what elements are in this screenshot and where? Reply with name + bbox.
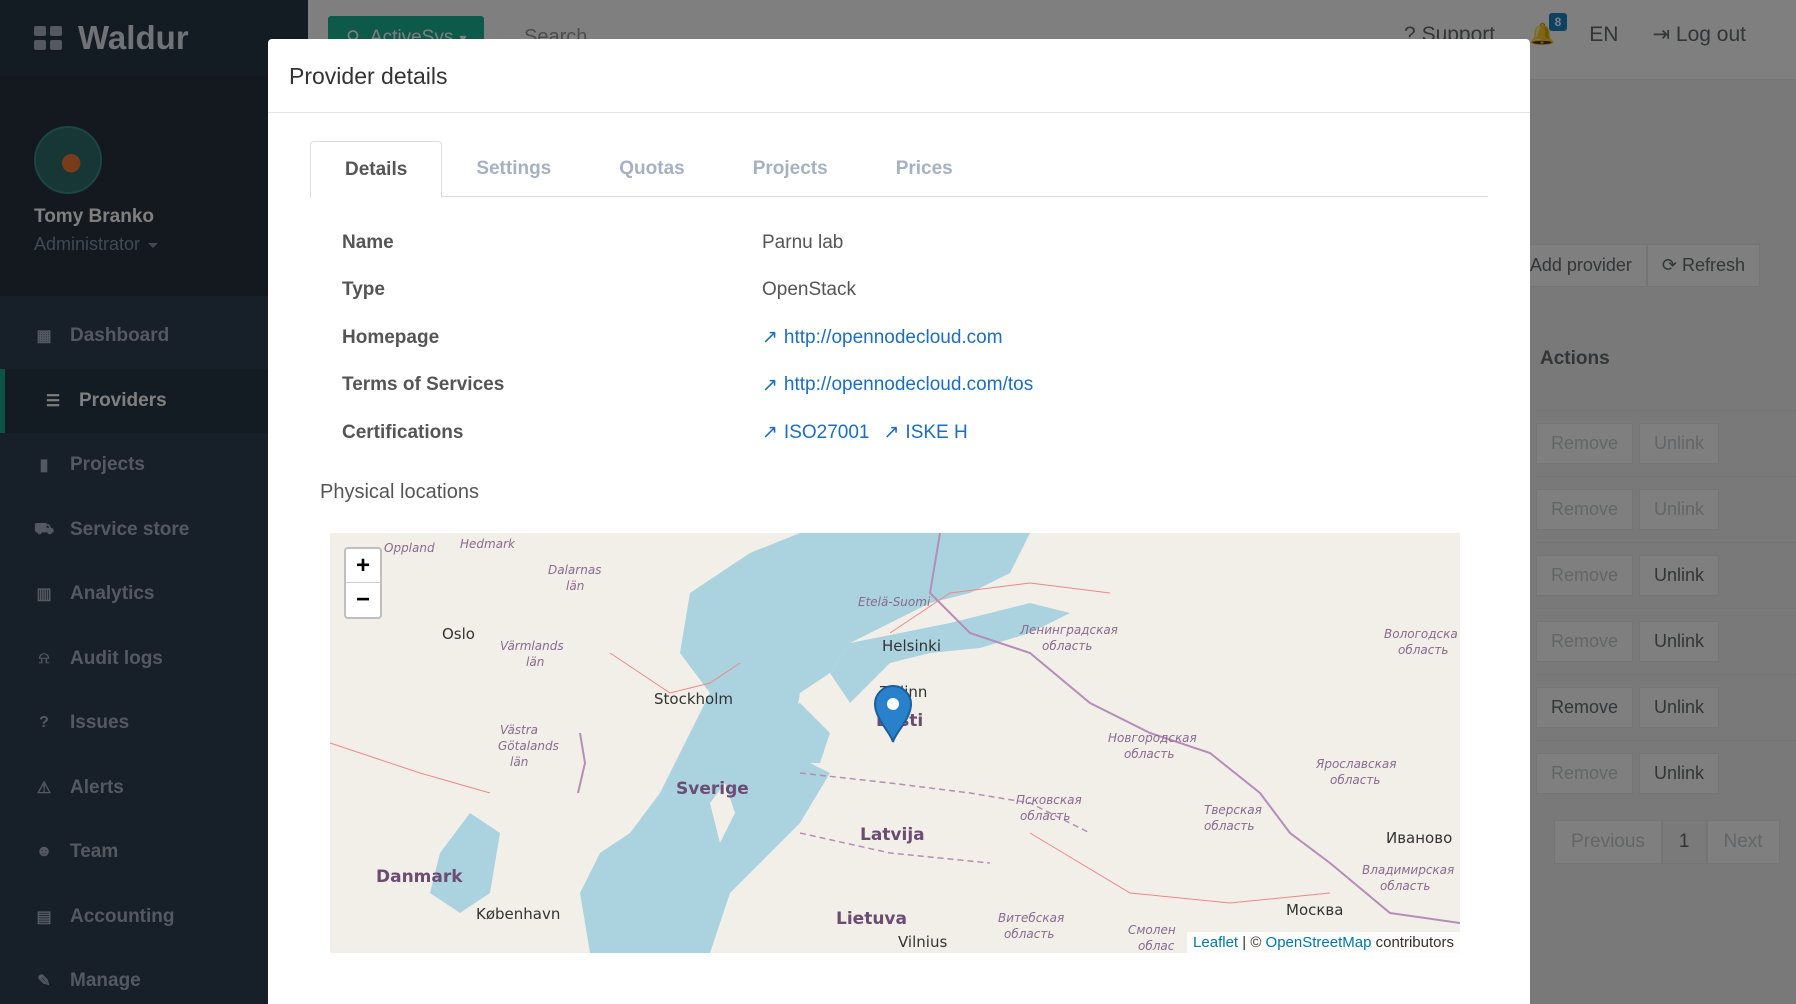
map-label-etela-suomi: Etelä-Suomi xyxy=(858,595,931,609)
map-label-varmlands: Värmlands xyxy=(500,639,564,653)
map-label-moskva: Москва xyxy=(1286,901,1344,919)
map-label-novgorod: Новгородская xyxy=(1108,731,1197,745)
external-link-icon: ↗ xyxy=(883,422,900,444)
map-label-oblast: облас xyxy=(1138,939,1175,953)
map-label-lan: län xyxy=(510,755,529,769)
tos-label: Terms of Services xyxy=(342,374,505,396)
map-label-lietuva: Lietuva xyxy=(836,909,907,929)
zoom-control: + − xyxy=(344,547,382,619)
map-label-vilnius: Vilnius xyxy=(898,933,948,951)
cert-label: ISO27001 xyxy=(783,421,870,443)
name-value: Parnu lab xyxy=(762,231,844,253)
detail-row-type: Type OpenStack xyxy=(342,267,1488,315)
map-label-lan: län xyxy=(566,579,585,593)
map-label-ivanovo: Иваново xyxy=(1386,829,1453,847)
map-label-dalarnas: Dalarnas xyxy=(548,563,602,577)
map-label-lan: län xyxy=(526,655,545,669)
map-label-vologda: Вологодска xyxy=(1384,627,1458,641)
certifications-label: Certifications xyxy=(342,421,464,443)
details-list: Name Parnu lab Type OpenStack Homepage ↗… xyxy=(310,219,1488,457)
tab-prices[interactable]: Prices xyxy=(862,141,987,197)
map-label-yaroslavl: Ярославская xyxy=(1316,757,1397,771)
map-label-oblast: область xyxy=(1020,809,1071,823)
tab-details[interactable]: Details xyxy=(310,141,443,198)
map-label-stockholm: Stockholm xyxy=(654,690,733,708)
homepage-url: http://opennodecloud.com xyxy=(783,326,1003,348)
external-link-icon: ↗ xyxy=(762,327,778,349)
map-label-vastra: Västra xyxy=(500,723,539,737)
map-label-leningrad: Ленинградская xyxy=(1020,623,1118,637)
tos-url: http://opennodecloud.com/tos xyxy=(783,374,1034,396)
map-label-oblast: область xyxy=(1380,879,1431,893)
tabs: Details Settings Quotas Projects Prices xyxy=(310,141,1488,198)
modal-title: Provider details xyxy=(289,63,448,89)
zoom-out-button[interactable]: − xyxy=(346,583,380,617)
zoom-in-button[interactable]: + xyxy=(346,549,380,583)
map-label-vladimir: Владимирская xyxy=(1362,863,1455,877)
type-label: Type xyxy=(342,279,385,301)
map-label-sverige: Sverige xyxy=(676,779,749,799)
map-label-vitebsk: Витебская xyxy=(998,911,1065,925)
map-label-hedmark: Hedmark xyxy=(460,537,515,551)
detail-row-certifications: Certifications ↗ ISO27001 ↗ ISKE H xyxy=(342,409,1488,457)
map-label-helsinki: Helsinki xyxy=(882,637,942,655)
map-label-kobenhavn: København xyxy=(476,905,561,923)
location-marker-icon[interactable] xyxy=(873,685,913,743)
cert-iske-link[interactable]: ↗ ISKE H xyxy=(884,421,968,444)
tos-link[interactable]: ↗ http://opennodecloud.com/tos xyxy=(762,374,1033,397)
detail-row-tos: Terms of Services ↗ http://opennodecloud.… xyxy=(342,362,1488,410)
external-link-icon: ↗ xyxy=(762,374,778,396)
homepage-link[interactable]: ↗ http://opennodecloud.com xyxy=(762,326,1003,349)
tab-settings[interactable]: Settings xyxy=(442,141,585,197)
modal-body: Details Settings Quotas Projects Prices … xyxy=(268,113,1530,504)
map-label-oslo: Oslo xyxy=(442,625,475,643)
homepage-label: Homepage xyxy=(342,326,440,348)
external-link-icon: ↗ xyxy=(762,422,778,444)
map-label-oblast: область xyxy=(1124,747,1175,761)
leaflet-link[interactable]: Leaflet xyxy=(1193,934,1238,951)
map-label-smolensk: Смолен xyxy=(1128,923,1176,937)
name-label: Name xyxy=(342,231,394,253)
map-attribution: Leaflet | © OpenStreetMap contributors xyxy=(1187,932,1460,953)
map-label-oblast: область xyxy=(1204,819,1255,833)
map-label-tver: Тверская xyxy=(1204,803,1262,817)
map-label-danmark: Danmark xyxy=(376,867,463,887)
attribution-contributors: contributors xyxy=(1371,934,1454,951)
map-label-latvija: Latvija xyxy=(860,825,925,845)
locations-map[interactable]: Oppland Hedmark Dalarnas län Oslo Värmla… xyxy=(330,533,1460,953)
detail-row-name: Name Parnu lab xyxy=(342,219,1488,267)
modal-header: Provider details xyxy=(268,39,1530,113)
type-value: OpenStack xyxy=(762,279,856,301)
attribution-separator: | © xyxy=(1238,934,1266,951)
map-label-gotalands: Götalands xyxy=(498,739,559,753)
map-label-oblast: область xyxy=(1004,927,1055,941)
map-label-oblast: область xyxy=(1042,639,1093,653)
tab-projects[interactable]: Projects xyxy=(719,141,862,197)
cert-iso27001-link[interactable]: ↗ ISO27001 xyxy=(762,421,870,444)
map-label-pskov: Псковская xyxy=(1016,793,1082,807)
map-label-oppland: Oppland xyxy=(384,541,435,555)
tab-quotas[interactable]: Quotas xyxy=(585,141,718,197)
detail-row-homepage: Homepage ↗ http://opennodecloud.com xyxy=(342,314,1488,362)
map-label-oblast: область xyxy=(1398,643,1449,657)
osm-link[interactable]: OpenStreetMap xyxy=(1266,934,1372,951)
physical-locations-title: Physical locations xyxy=(320,480,479,503)
map-label-oblast: область xyxy=(1330,773,1381,787)
cert-label: ISKE H xyxy=(905,421,968,443)
